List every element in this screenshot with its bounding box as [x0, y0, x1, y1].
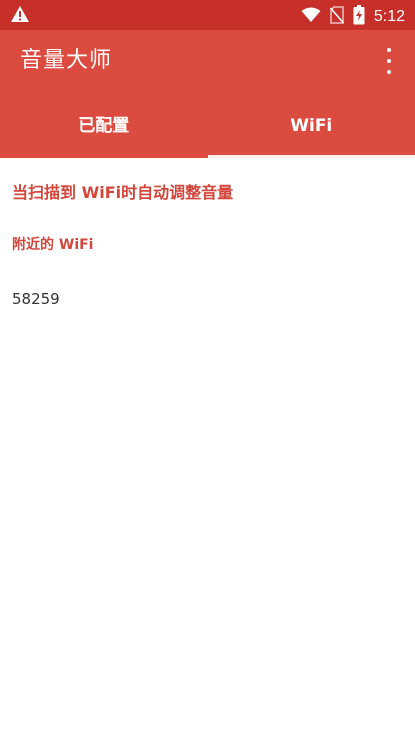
- warning-icon: [10, 6, 30, 27]
- battery-charging-icon: [353, 5, 365, 29]
- wifi-list-item[interactable]: 58259: [12, 290, 60, 308]
- nearby-wifi-header: 附近的 WiFi: [12, 237, 94, 253]
- more-vert-icon[interactable]: [377, 48, 401, 74]
- no-sim-icon: [329, 6, 344, 28]
- app-bar: 音量大师 已配置 WiFi: [0, 30, 415, 158]
- wifi-icon: [301, 7, 321, 27]
- auto-adjust-headline: 当扫描到 WiFi时自动调整音量: [12, 183, 234, 202]
- app-title: 音量大师: [20, 48, 113, 73]
- status-time: 5:12: [373, 8, 405, 25]
- status-bar: 5:12: [0, 0, 415, 30]
- tab-configured[interactable]: 已配置: [0, 96, 208, 158]
- tab-wifi[interactable]: WiFi: [207, 96, 415, 158]
- tab-bar: 已配置 WiFi: [0, 96, 415, 158]
